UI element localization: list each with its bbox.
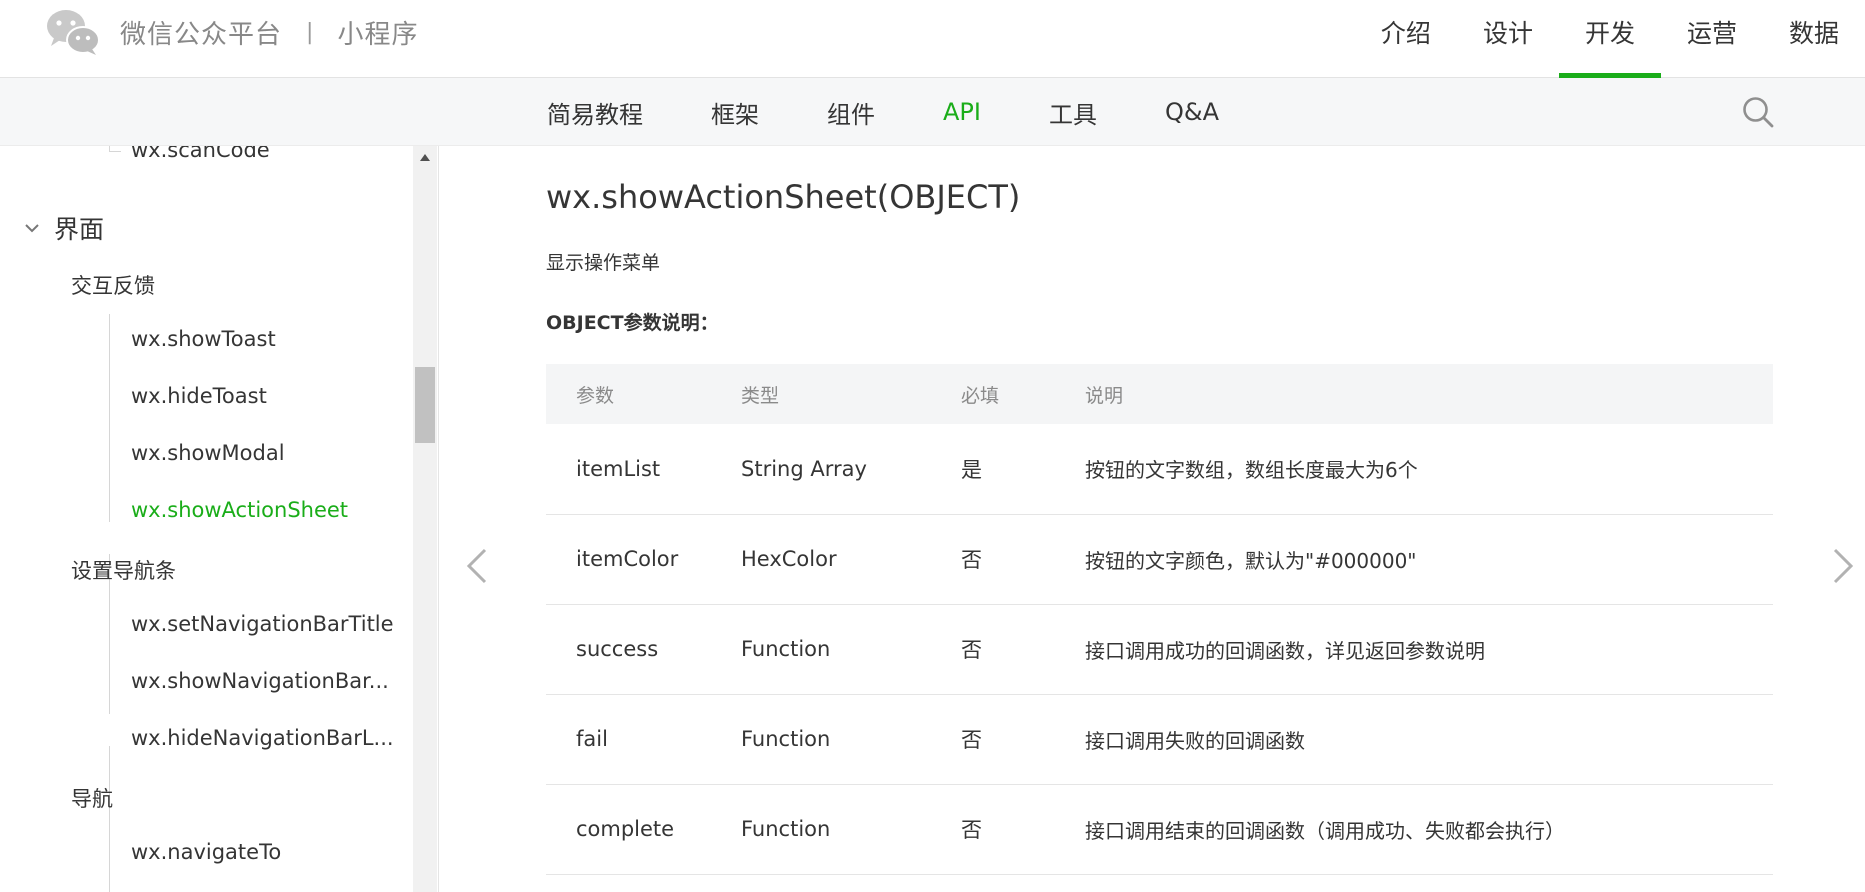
tab-api[interactable]: API bbox=[943, 98, 981, 126]
tab-qa[interactable]: Q&A bbox=[1165, 98, 1219, 126]
sidebar-scrollbar[interactable] bbox=[413, 146, 437, 892]
cell-required: 否 bbox=[961, 604, 1085, 695]
cell-description: 接口调用成功的回调函数，详见返回参数说明 bbox=[1085, 604, 1773, 695]
cell-type: Function bbox=[741, 694, 961, 785]
chevron-down-icon bbox=[25, 224, 39, 233]
cell-description: 按钮的文字颜色，默认为"#000000" bbox=[1085, 514, 1773, 605]
params-table: 参数 类型 必填 说明 itemList String Array 是 按钮的文… bbox=[546, 364, 1773, 875]
sidebar-section-label: 界面 bbox=[54, 215, 105, 244]
tree-line bbox=[109, 151, 121, 152]
sidebar-item-hidetoast[interactable]: wx.hideToast bbox=[131, 384, 267, 408]
tab-framework[interactable]: 框架 bbox=[711, 95, 759, 130]
table-row: complete Function 否 接口调用结束的回调函数（调用成功、失败都… bbox=[546, 784, 1773, 875]
cell-param: itemColor bbox=[546, 514, 741, 605]
sidebar-section-ui[interactable]: 界面 bbox=[24, 210, 104, 246]
cell-type: HexColor bbox=[741, 514, 961, 605]
cell-required: 否 bbox=[961, 514, 1085, 605]
sidebar-item-showmodal[interactable]: wx.showModal bbox=[131, 441, 285, 465]
sidebar-item-hidenavigationbar[interactable]: wx.hideNavigationBarL... bbox=[131, 726, 394, 750]
cell-param: itemList bbox=[546, 424, 741, 515]
sidebar-item-showtoast[interactable]: wx.showToast bbox=[131, 327, 276, 351]
cell-param: success bbox=[546, 604, 741, 695]
top-nav: 介绍 设计 开发 运营 数据 bbox=[1355, 0, 1865, 78]
cell-type: Function bbox=[741, 604, 961, 695]
cell-description: 接口调用失败的回调函数 bbox=[1085, 694, 1773, 785]
column-header-description: 说明 bbox=[1085, 364, 1773, 424]
sub-nav-bar: 简易教程 框架 组件 API 工具 Q&A bbox=[0, 78, 1865, 146]
scroll-up-arrow-icon[interactable] bbox=[418, 152, 432, 164]
sidebar-item-setnavigationbartitle[interactable]: wx.setNavigationBarTitle bbox=[131, 612, 394, 636]
brand-separator: | bbox=[306, 19, 314, 45]
top-nav-intro[interactable]: 介绍 bbox=[1355, 0, 1457, 78]
sidebar-item-showactionsheet[interactable]: wx.showActionSheet bbox=[131, 498, 348, 522]
wechat-logo-icon bbox=[47, 10, 100, 55]
search-icon[interactable] bbox=[1741, 95, 1775, 129]
page-description: 显示操作菜单 bbox=[546, 252, 661, 274]
sidebar-item-navigateto[interactable]: wx.navigateTo bbox=[131, 840, 281, 864]
brand-name: 微信公众平台 bbox=[120, 19, 283, 50]
sidebar-item-shownavigationbar[interactable]: wx.showNavigationBar... bbox=[131, 669, 389, 693]
top-header: 微信公众平台 | 小程序 介绍 设计 开发 运营 数据 bbox=[0, 0, 1865, 78]
chevron-right-icon[interactable] bbox=[1830, 546, 1856, 586]
cell-type: Function bbox=[741, 784, 961, 875]
sidebar-item-scancode[interactable]: wx.scanCode bbox=[131, 146, 270, 162]
main-content: wx.showActionSheet(OBJECT) 显示操作菜单 OBJECT… bbox=[440, 146, 1865, 892]
table-row: itemColor HexColor 否 按钮的文字颜色，默认为"#000000… bbox=[546, 514, 1773, 605]
top-nav-design[interactable]: 设计 bbox=[1457, 0, 1559, 78]
top-nav-develop[interactable]: 开发 bbox=[1558, 0, 1661, 78]
scrollbar-thumb[interactable] bbox=[415, 367, 435, 443]
cell-type: String Array bbox=[741, 424, 961, 515]
cell-required: 是 bbox=[961, 424, 1085, 515]
brand[interactable]: 微信公众平台 | 小程序 bbox=[46, 8, 418, 56]
table-row: fail Function 否 接口调用失败的回调函数 bbox=[546, 694, 1773, 785]
tree-line bbox=[109, 746, 110, 892]
params-section-label: OBJECT参数说明： bbox=[546, 312, 719, 334]
cell-description: 按钮的文字数组，数组长度最大为6个 bbox=[1085, 424, 1773, 515]
table-header-row: 参数 类型 必填 说明 bbox=[546, 364, 1773, 424]
top-nav-operate[interactable]: 运营 bbox=[1661, 0, 1763, 78]
table-row: success Function 否 接口调用成功的回调函数，详见返回参数说明 bbox=[546, 604, 1773, 695]
brand-subtitle: 小程序 bbox=[337, 19, 419, 50]
sidebar: wx.scanCode 界面 交互反馈 wx.showToast wx.hide… bbox=[0, 146, 439, 892]
table-row: itemList String Array 是 按钮的文字数组，数组长度最大为6… bbox=[546, 424, 1773, 515]
cell-required: 否 bbox=[961, 694, 1085, 785]
cell-required: 否 bbox=[961, 784, 1085, 875]
tab-tools[interactable]: 工具 bbox=[1049, 95, 1097, 130]
top-nav-data[interactable]: 数据 bbox=[1763, 0, 1865, 78]
tab-components[interactable]: 组件 bbox=[827, 95, 875, 130]
sub-nav: 简易教程 框架 组件 API 工具 Q&A bbox=[547, 78, 1287, 146]
page-title: wx.showActionSheet(OBJECT) bbox=[546, 178, 1021, 216]
column-header-type: 类型 bbox=[741, 364, 961, 424]
cell-param: complete bbox=[546, 784, 741, 875]
sidebar-group-navbar[interactable]: 设置导航条 bbox=[71, 555, 176, 585]
cell-description: 接口调用结束的回调函数（调用成功、失败都会执行） bbox=[1085, 784, 1773, 875]
cell-param: fail bbox=[546, 694, 741, 785]
tree-line bbox=[109, 314, 110, 522]
sidebar-group-feedback[interactable]: 交互反馈 bbox=[71, 270, 155, 300]
column-header-required: 必填 bbox=[961, 364, 1085, 424]
sidebar-group-navigation[interactable]: 导航 bbox=[71, 783, 113, 813]
chevron-left-icon[interactable] bbox=[464, 546, 490, 586]
column-header-param: 参数 bbox=[546, 364, 741, 424]
tab-tutorial[interactable]: 简易教程 bbox=[547, 95, 643, 130]
